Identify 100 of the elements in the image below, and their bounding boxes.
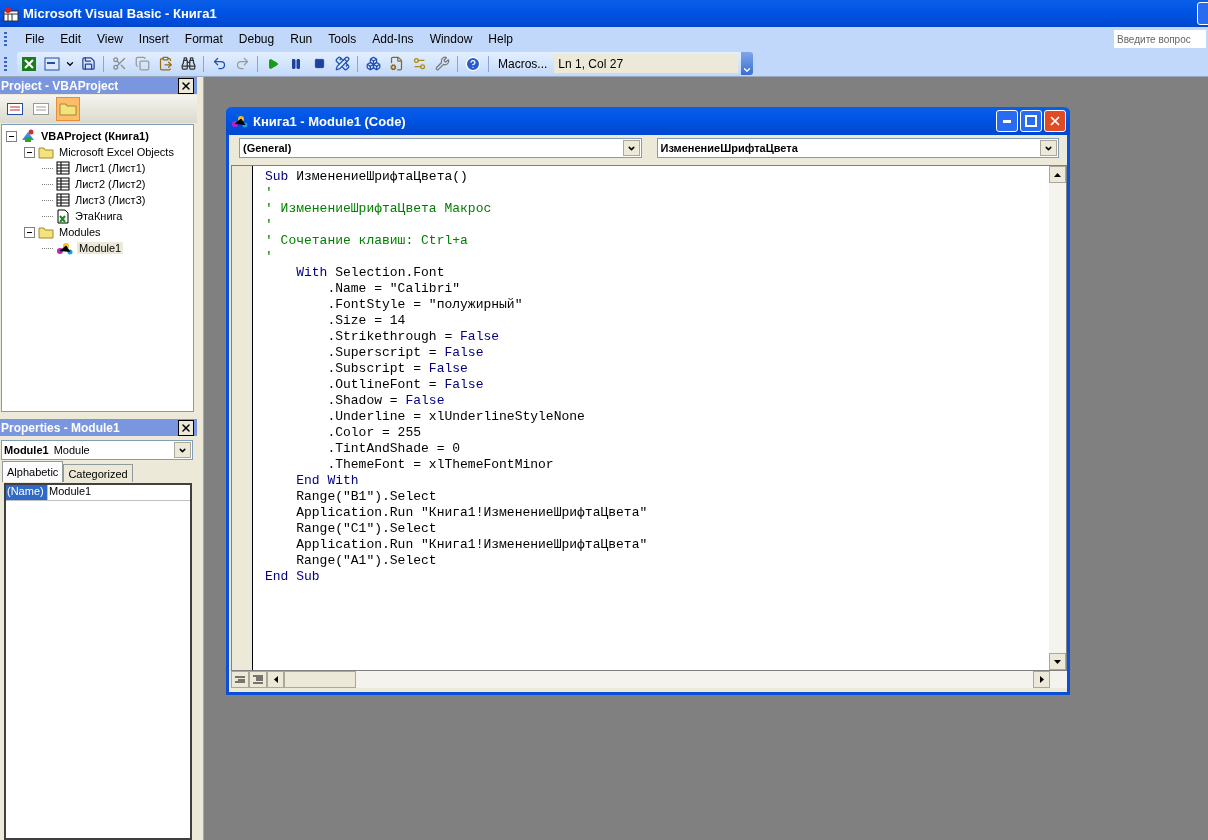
property-value[interactable]: Module1 <box>48 485 92 500</box>
menu-item[interactable]: Run <box>282 30 321 48</box>
code-line: .Underline = xlUnderlineStyleNone <box>326 409 586 425</box>
module-view-button[interactable] <box>249 671 267 688</box>
expand-toggle[interactable] <box>6 130 17 142</box>
close-button[interactable] <box>178 419 194 436</box>
dropdown-button[interactable] <box>174 442 191 458</box>
macros-button[interactable]: Macros... <box>494 56 552 71</box>
code-line: End Sub <box>265 569 321 585</box>
code-line: .ThemeFont = xlThemeFontMinor <box>326 457 555 473</box>
vertical-scrollbar[interactable] <box>1049 166 1066 670</box>
code-line: ' <box>265 185 274 201</box>
object-name: Module1 <box>4 444 49 456</box>
close-icon <box>180 79 192 92</box>
menu-item[interactable]: Edit <box>52 30 90 48</box>
tree-item[interactable]: Microsoft Excel Objects <box>57 146 176 158</box>
window-title: Книга1 - Module1 (Code) <box>253 113 406 129</box>
object-combo[interactable]: Module1 Module <box>1 440 193 460</box>
menu-item[interactable]: Window <box>421 30 481 48</box>
expand-toggle[interactable] <box>24 146 35 158</box>
menu-item[interactable]: Add-Ins <box>364 30 422 48</box>
up-arrow-icon <box>1054 172 1061 177</box>
code-line: .Strikethrough = False <box>326 329 501 345</box>
tab[interactable]: Categorized <box>63 464 133 482</box>
folder-icon <box>38 145 54 159</box>
menu-item[interactable]: View <box>89 30 131 48</box>
code-line: .Shadow = False <box>326 393 446 409</box>
code-line: ' ИзменениеШрифтаЦвета Макрос <box>265 201 493 217</box>
cursor-position: Ln 1, Col 27 <box>554 54 739 73</box>
tree-item[interactable]: Лист3 (Лист3) <box>73 194 148 206</box>
code-line: ' <box>265 217 274 233</box>
tree-item[interactable]: VBAProject (Книга1) <box>39 130 151 142</box>
menu-item[interactable]: Format <box>176 30 231 48</box>
maximize-button[interactable] <box>1020 110 1042 132</box>
code-line: ' <box>265 249 274 265</box>
code-line: Application.Run "Книга1!ИзменениеШрифтаЦвета" <box>295 537 649 553</box>
sheet-icon <box>56 193 70 207</box>
tree-item[interactable]: Лист2 (Лист2) <box>73 178 148 190</box>
left-arrow-icon <box>273 676 278 683</box>
caret-icon <box>742 65 753 75</box>
menu-item[interactable]: Debug <box>230 30 283 48</box>
workbook-icon <box>56 208 70 224</box>
close-button[interactable] <box>178 77 194 94</box>
code-line: .Subscript = False <box>326 361 469 377</box>
code-line: End With <box>295 473 360 489</box>
maximize-icon <box>1025 115 1037 127</box>
expand-toggle[interactable] <box>24 226 35 238</box>
code-line: .FontStyle = "полужирный" <box>326 297 524 313</box>
code-line: .Superscript = False <box>326 345 485 361</box>
menu-item[interactable]: File <box>17 30 53 48</box>
tree-item[interactable]: Modules <box>57 226 103 238</box>
procedure-combo[interactable]: ИзменениеШрифтаЦвета <box>656 138 1059 158</box>
scroll-left-button[interactable] <box>267 671 284 688</box>
scroll-down-button[interactable] <box>1049 653 1066 670</box>
close-icon <box>180 421 192 434</box>
window-title: Microsoft Visual Basic - Книга1 <box>23 6 217 21</box>
scroll-right-button[interactable] <box>1033 671 1050 688</box>
tree-item[interactable]: Module1 <box>77 242 124 254</box>
minimize-button[interactable] <box>996 110 1018 132</box>
code-line: .Color = 255 <box>326 425 423 441</box>
object-type: Module <box>53 444 90 456</box>
code-line: ' Сочетание клавиш: Ctrl+a <box>265 233 469 249</box>
lines-icon <box>253 675 263 684</box>
code-line: Sub ИзменениеШрифтаЦвета() <box>265 169 469 185</box>
lines-icon <box>235 676 245 683</box>
procedure-view-button[interactable] <box>231 671 249 688</box>
object-combo[interactable]: (General) <box>239 138 642 158</box>
code-line: Range("A1").Select <box>295 553 438 569</box>
toggle-folders-icon[interactable] <box>56 97 80 121</box>
tab[interactable]: Alphabetic <box>2 461 64 482</box>
close-icon <box>1048 114 1062 128</box>
sheet-icon <box>56 177 70 191</box>
module-icon <box>231 114 249 128</box>
panel-title: Properties - Module1 <box>1 420 120 435</box>
code-line: With Selection.Font <box>295 265 446 281</box>
property-name[interactable]: (Name) <box>6 485 48 500</box>
sheet-icon <box>56 161 70 175</box>
menu-item[interactable]: Tools <box>320 30 365 48</box>
code-line: .Size = 14 <box>326 313 407 329</box>
down-arrow-icon <box>1054 659 1061 664</box>
project-icon <box>20 128 36 144</box>
menu-item[interactable]: Insert <box>130 30 177 48</box>
folder-icon <box>38 225 54 239</box>
tree-item[interactable]: ЭтаКнига <box>73 210 125 222</box>
module-icon <box>56 241 74 255</box>
dropdown-button[interactable] <box>1040 140 1057 156</box>
code-line: Application.Run "Книга1!ИзменениеШрифтаЦвета" <box>295 505 649 521</box>
horizontal-scrollbar[interactable] <box>231 671 1067 688</box>
right-arrow-icon <box>1039 676 1044 683</box>
code-line: .OutlineFont = False <box>326 377 485 393</box>
minimize-icon <box>1003 119 1011 123</box>
app-icon <box>3 5 19 22</box>
scroll-thumb[interactable] <box>284 671 356 688</box>
code-line: Range("C1").Select <box>295 521 438 537</box>
help-search-field[interactable]: Введите вопрос <box>1114 30 1206 48</box>
tree-item[interactable]: Лист1 (Лист1) <box>73 162 148 174</box>
menu-item[interactable]: Help <box>480 30 521 48</box>
scroll-up-button[interactable] <box>1049 166 1066 183</box>
dropdown-button[interactable] <box>622 140 640 156</box>
toolbar-options-button[interactable] <box>741 52 754 75</box>
